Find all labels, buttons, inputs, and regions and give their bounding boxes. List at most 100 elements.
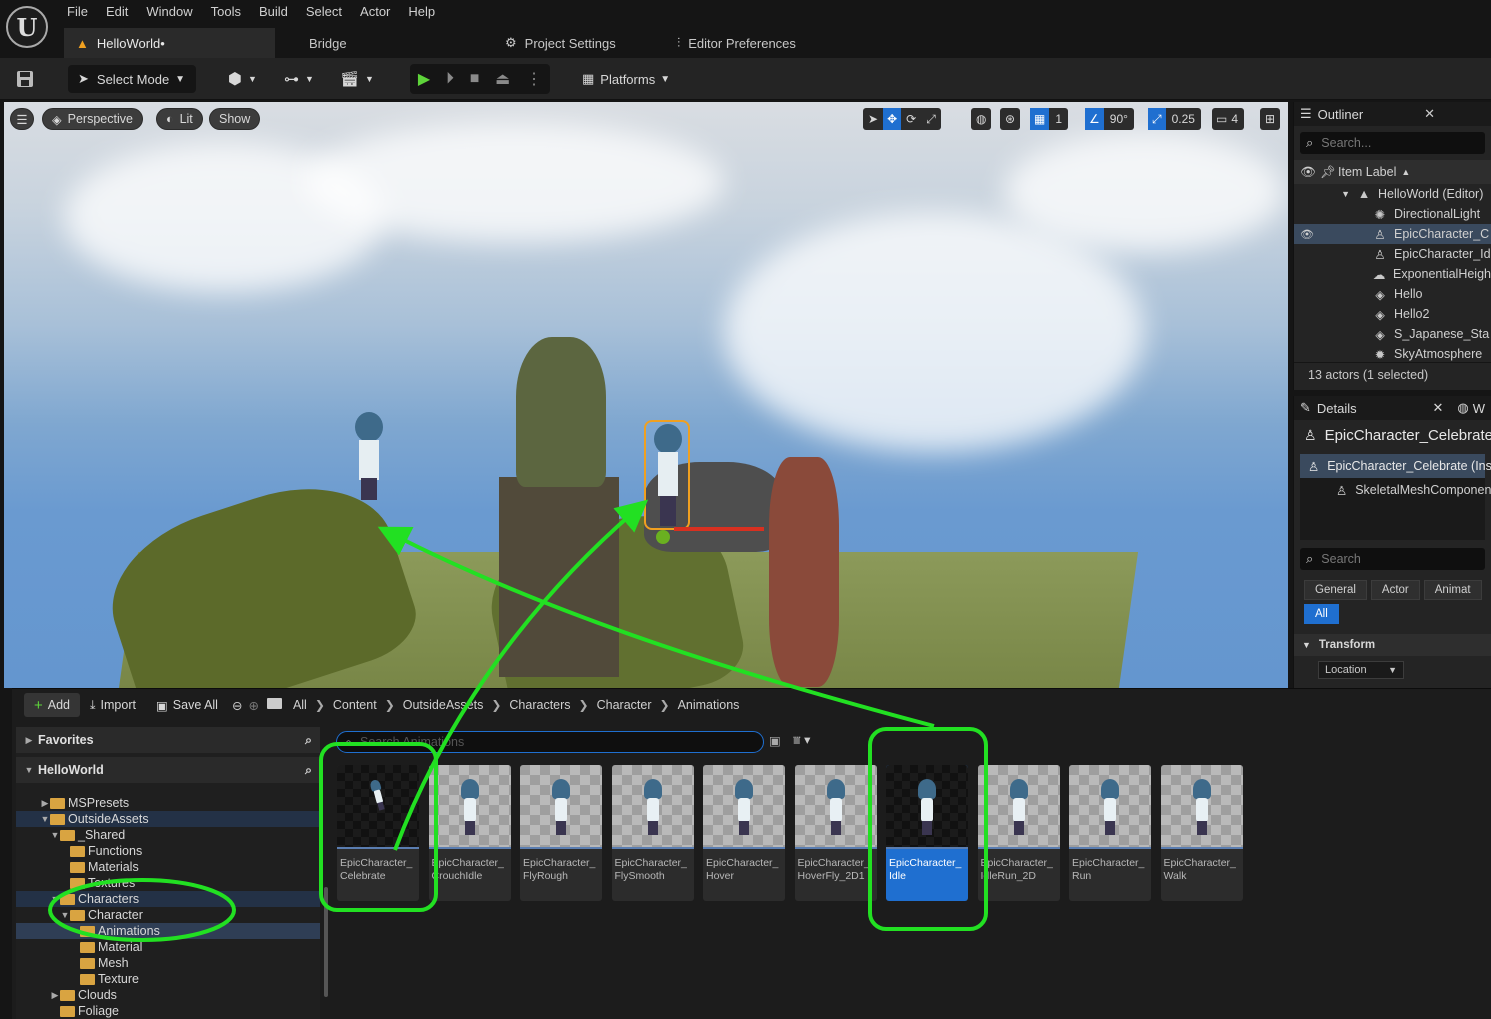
menu-window[interactable]: Window <box>137 0 201 24</box>
folder-row[interactable]: Functions <box>16 843 320 859</box>
component-root-row[interactable]: ♙ EpicCharacter_Celebrate (Ins <box>1300 454 1491 478</box>
import-button[interactable]: ⤓ Import <box>80 693 146 717</box>
search-icon[interactable]: ⌕ <box>305 763 312 778</box>
rotation-snap-control[interactable]: ∠ 90° <box>1085 108 1134 130</box>
chevron-down-icon[interactable]: ▼ <box>60 910 70 920</box>
close-icon[interactable]: ✕ <box>1432 400 1443 416</box>
outliner-row[interactable]: ♙ EpicCharacter_Id <box>1294 244 1491 264</box>
save-all-button[interactable]: ▣ Save All <box>146 693 228 717</box>
platforms-dropdown[interactable]: ▦ Platforms ▼ <box>582 65 670 93</box>
select-mode-dropdown[interactable]: ➤ Select Mode ▼ <box>68 65 196 93</box>
grid-snap-control[interactable]: ▦ 1 <box>1030 108 1069 130</box>
outliner-row[interactable]: ✺ DirectionalLight <box>1294 204 1491 224</box>
outliner-row[interactable]: ◈ Hello2 <box>1294 304 1491 324</box>
unreal-logo-icon[interactable]: U <box>6 6 48 48</box>
menu-actor[interactable]: Actor <box>351 0 399 24</box>
menu-build[interactable]: Build <box>250 0 297 24</box>
folder-row[interactable]: Materials <box>16 859 320 875</box>
asset-tile[interactable]: EpicCharacter_ FlyRough <box>520 765 602 901</box>
select-tool-icon[interactable]: ➤ <box>863 112 883 126</box>
outliner-row[interactable]: ☁ ExponentialHeigh <box>1294 264 1491 284</box>
project-header[interactable]: ▼ HelloWorld ⌕ <box>16 757 320 783</box>
blueprint-button[interactable]: ⊶ ▼ <box>284 65 314 93</box>
folder-row[interactable]: ▼ _Shared <box>16 827 320 843</box>
gizmo-pivot[interactable] <box>656 530 670 544</box>
cinematics-button[interactable]: 🎬︎ ▼ <box>340 65 374 93</box>
folder-tree-scrollbar[interactable] <box>324 887 328 997</box>
show-button[interactable]: Show <box>209 108 261 130</box>
back-icon[interactable]: ⊖ <box>232 698 242 713</box>
asset-tile[interactable]: EpicCharacter_ Run <box>1069 765 1151 901</box>
component-child-row[interactable]: ♙ SkeletalMeshComponen <box>1300 478 1491 502</box>
favorites-header[interactable]: ▶ Favorites ⌕ <box>16 727 320 753</box>
stop-icon[interactable]: ■ <box>470 70 480 88</box>
layout-icon[interactable]: ⊞ <box>1260 108 1281 130</box>
viewport-menu-icon[interactable]: ☰ <box>10 108 34 130</box>
outliner-tab[interactable]: ☰ Outliner ✕ <box>1294 102 1491 126</box>
menu-help[interactable]: Help <box>399 0 444 24</box>
tab-project-settings[interactable]: ⚙ Project Settings <box>455 28 665 58</box>
folder-row[interactable]: ▼ OutsideAssets <box>16 811 320 827</box>
outliner-row[interactable]: ◈ S_Japanese_Sta <box>1294 324 1491 344</box>
add-button[interactable]: + Add <box>24 693 81 717</box>
breadcrumb-character[interactable]: Character <box>589 698 660 712</box>
tab-bridge[interactable]: Bridge <box>275 28 455 58</box>
more-options-icon[interactable]: ⋮ <box>526 69 542 89</box>
transform-section-header[interactable]: ▼ Transform <box>1294 634 1491 656</box>
step-icon[interactable]: ⏵ <box>446 70 454 88</box>
asset-tile[interactable]: EpicCharacter_ CrouchIdle <box>428 765 511 901</box>
breadcrumb-outsideassets[interactable]: OutsideAssets <box>395 698 492 712</box>
level-viewport[interactable]: ☰ ◈ Perspective ◐ Lit Show ➤ ✥ ⟳ ⤢ ◍ ⊛ ▦… <box>4 102 1288 688</box>
asset-search-input[interactable]: ⌕ Search Animations <box>336 731 764 753</box>
perspective-button[interactable]: ◈ Perspective <box>42 108 143 130</box>
world-local-toggle[interactable]: ◍ <box>971 108 992 130</box>
outliner-row[interactable]: 👁︎ ♙ EpicCharacter_C <box>1294 224 1491 244</box>
tab-editor-preferences[interactable]: ⫶ Editor Preferences <box>665 28 865 58</box>
close-icon[interactable]: ✕ <box>1424 106 1435 122</box>
outliner-row[interactable]: ✹ SkyAtmosphere <box>1294 344 1491 364</box>
details-tab[interactable]: ✎ Details ✕ ◍ W <box>1294 396 1491 420</box>
folder-row[interactable]: Textures <box>16 875 320 891</box>
save-search-icon[interactable]: ▣ <box>769 733 781 748</box>
camera-speed-control[interactable]: ▭ 4 <box>1212 108 1245 130</box>
chevron-down-icon[interactable]: ▼ <box>50 830 60 840</box>
world-settings-icon[interactable]: ◍ <box>1457 400 1468 416</box>
eject-icon[interactable]: ⏏ <box>495 69 510 89</box>
scale-snap-control[interactable]: ⤢ 0.25 <box>1148 108 1201 130</box>
tab-helloworld[interactable]: ▲ HelloWorld• <box>64 28 275 58</box>
translate-tool-icon[interactable]: ✥ <box>883 108 902 130</box>
chevron-right-icon[interactable]: ▶ <box>40 798 50 809</box>
character-celebrate-actor-selected[interactable] <box>644 420 690 530</box>
visibility-eye-icon[interactable]: 👁︎ <box>1294 228 1318 241</box>
folder-row[interactable]: ▼ Character <box>16 907 320 923</box>
asset-tile[interactable]: EpicCharacter_ FlySmooth <box>611 765 694 901</box>
folder-row[interactable]: Material <box>16 939 320 955</box>
surface-snap-toggle[interactable]: ⊛ <box>1000 108 1021 130</box>
asset-tile[interactable]: EpicCharacter_ Idle <box>886 765 968 901</box>
outliner-column-header[interactable]: 👁︎ 📌︎ Item Label ▲ <box>1294 160 1491 184</box>
play-icon[interactable]: ▶ <box>418 69 430 89</box>
rotate-tool-icon[interactable]: ⟳ <box>901 112 921 126</box>
asset-tile[interactable]: EpicCharacter_ IdleRun_2D <box>977 765 1060 901</box>
filter-all[interactable]: All <box>1304 604 1339 624</box>
forward-icon[interactable]: ⊕ <box>248 698 258 713</box>
menu-edit[interactable]: Edit <box>97 0 137 24</box>
outliner-row[interactable]: ▼ ▲ HelloWorld (Editor) <box>1294 184 1491 204</box>
asset-tile[interactable]: EpicCharacter_ HoverFly_2D1 <box>794 765 877 901</box>
details-search-input[interactable]: ⌕ Search <box>1300 548 1485 570</box>
folder-row[interactable]: Mesh <box>16 955 320 971</box>
chevron-right-icon[interactable]: ▶ <box>50 990 60 1001</box>
folder-row[interactable]: ▶ MSPresets <box>16 795 320 811</box>
filter-actor[interactable]: Actor <box>1370 580 1420 600</box>
folder-row[interactable]: ▶ Clouds <box>16 987 320 1003</box>
folder-row[interactable]: Animations <box>16 923 320 939</box>
filter-general[interactable]: General <box>1304 580 1367 600</box>
chevron-down-icon[interactable]: ▼ <box>40 814 50 824</box>
breadcrumb-all[interactable]: All <box>285 698 315 712</box>
breadcrumb-animations[interactable]: Animations <box>670 698 748 712</box>
breadcrumb-characters[interactable]: Characters <box>501 698 578 712</box>
asset-tile[interactable]: EpicCharacter_ Walk <box>1160 765 1243 901</box>
folder-row[interactable]: Foliage <box>16 1003 320 1019</box>
world-settings-tab[interactable]: W <box>1473 401 1485 416</box>
menu-file[interactable]: File <box>58 0 97 24</box>
